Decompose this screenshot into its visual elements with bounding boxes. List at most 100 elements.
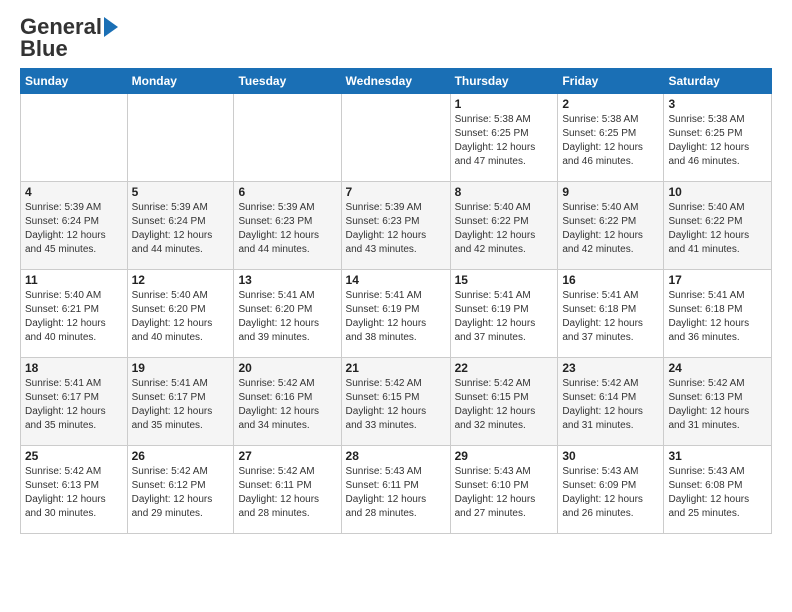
day-number: 4 bbox=[25, 185, 123, 199]
day-info: Sunrise: 5:43 AM Sunset: 6:11 PM Dayligh… bbox=[346, 465, 446, 521]
calendar-cell: 11 Sunrise: 5:40 AM Sunset: 6:21 PM Dayli… bbox=[21, 270, 128, 358]
dow-header-friday: Friday bbox=[558, 69, 664, 94]
calendar-cell: 15 Sunrise: 5:41 AM Sunset: 6:19 PM Dayli… bbox=[450, 270, 558, 358]
day-number: 19 bbox=[132, 361, 230, 375]
day-info: Sunrise: 5:39 AM Sunset: 6:23 PM Dayligh… bbox=[346, 201, 446, 257]
day-number: 29 bbox=[455, 449, 554, 463]
calendar-cell: 31Sunrise: 5:43 AM Sunset: 6:08 PM Dayli… bbox=[664, 446, 772, 534]
calendar-cell bbox=[234, 94, 341, 182]
day-number: 7 bbox=[346, 185, 446, 199]
calendar-cell: 10 Sunrise: 5:40 AM Sunset: 6:22 PM Dayli… bbox=[664, 182, 772, 270]
day-info: Sunrise: 5:42 AM Sunset: 6:11 PM Dayligh… bbox=[238, 465, 336, 521]
day-number: 26 bbox=[132, 449, 230, 463]
dow-header-sunday: Sunday bbox=[21, 69, 128, 94]
day-info: Sunrise: 5:39 AM Sunset: 6:24 PM Dayligh… bbox=[25, 201, 123, 257]
day-info: Sunrise: 5:42 AM Sunset: 6:15 PM Dayligh… bbox=[346, 377, 446, 433]
calendar-cell: 9 Sunrise: 5:40 AM Sunset: 6:22 PM Daylig… bbox=[558, 182, 664, 270]
day-info: Sunrise: 5:42 AM Sunset: 6:16 PM Dayligh… bbox=[238, 377, 336, 433]
day-number: 14 bbox=[346, 273, 446, 287]
day-info: Sunrise: 5:39 AM Sunset: 6:24 PM Dayligh… bbox=[132, 201, 230, 257]
calendar-cell: 3 Sunrise: 5:38 AM Sunset: 6:25 PM Daylig… bbox=[664, 94, 772, 182]
day-info: Sunrise: 5:40 AM Sunset: 6:22 PM Dayligh… bbox=[668, 201, 767, 257]
calendar-cell: 27 Sunrise: 5:42 AM Sunset: 6:11 PM Dayli… bbox=[234, 446, 341, 534]
day-info: Sunrise: 5:39 AM Sunset: 6:23 PM Dayligh… bbox=[238, 201, 336, 257]
calendar-cell: 8Sunrise: 5:40 AM Sunset: 6:22 PM Daylig… bbox=[450, 182, 558, 270]
day-info: Sunrise: 5:43 AM Sunset: 6:08 PM Dayligh… bbox=[668, 465, 767, 521]
day-number: 2 bbox=[562, 97, 659, 111]
day-info: Sunrise: 5:38 AM Sunset: 6:25 PM Dayligh… bbox=[455, 113, 554, 169]
day-info: Sunrise: 5:43 AM Sunset: 6:10 PM Dayligh… bbox=[455, 465, 554, 521]
day-info: Sunrise: 5:41 AM Sunset: 6:17 PM Dayligh… bbox=[132, 377, 230, 433]
day-info: Sunrise: 5:41 AM Sunset: 6:17 PM Dayligh… bbox=[25, 377, 123, 433]
day-info: Sunrise: 5:41 AM Sunset: 6:18 PM Dayligh… bbox=[668, 289, 767, 345]
logo-arrow-icon bbox=[104, 17, 118, 37]
day-number: 15 bbox=[455, 273, 554, 287]
calendar-cell: 14 Sunrise: 5:41 AM Sunset: 6:19 PM Dayli… bbox=[341, 270, 450, 358]
day-number: 16 bbox=[562, 273, 659, 287]
calendar-cell: 2Sunrise: 5:38 AM Sunset: 6:25 PM Daylig… bbox=[558, 94, 664, 182]
calendar-cell: 6 Sunrise: 5:39 AM Sunset: 6:23 PM Daylig… bbox=[234, 182, 341, 270]
dow-header-wednesday: Wednesday bbox=[341, 69, 450, 94]
day-number: 6 bbox=[238, 185, 336, 199]
calendar-cell bbox=[127, 94, 234, 182]
calendar-cell: 28 Sunrise: 5:43 AM Sunset: 6:11 PM Dayli… bbox=[341, 446, 450, 534]
calendar-week-1: 1Sunrise: 5:38 AM Sunset: 6:25 PM Daylig… bbox=[21, 94, 772, 182]
dow-header-tuesday: Tuesday bbox=[234, 69, 341, 94]
day-info: Sunrise: 5:41 AM Sunset: 6:20 PM Dayligh… bbox=[238, 289, 336, 345]
day-number: 10 bbox=[668, 185, 767, 199]
calendar-cell: 22 Sunrise: 5:42 AM Sunset: 6:15 PM Dayli… bbox=[450, 358, 558, 446]
day-number: 22 bbox=[455, 361, 554, 375]
day-number: 23 bbox=[562, 361, 659, 375]
calendar-cell: 5 Sunrise: 5:39 AM Sunset: 6:24 PM Daylig… bbox=[127, 182, 234, 270]
day-info: Sunrise: 5:41 AM Sunset: 6:19 PM Dayligh… bbox=[346, 289, 446, 345]
day-number: 28 bbox=[346, 449, 446, 463]
logo-text-general: General bbox=[20, 16, 102, 38]
calendar-cell: 23 Sunrise: 5:42 AM Sunset: 6:14 PM Dayli… bbox=[558, 358, 664, 446]
calendar-cell: 29 Sunrise: 5:43 AM Sunset: 6:10 PM Dayli… bbox=[450, 446, 558, 534]
day-info: Sunrise: 5:40 AM Sunset: 6:21 PM Dayligh… bbox=[25, 289, 123, 345]
day-number: 12 bbox=[132, 273, 230, 287]
day-info: Sunrise: 5:41 AM Sunset: 6:19 PM Dayligh… bbox=[455, 289, 554, 345]
dow-header-monday: Monday bbox=[127, 69, 234, 94]
logo: General Blue bbox=[20, 16, 118, 60]
page-header: General Blue bbox=[20, 16, 772, 60]
day-number: 27 bbox=[238, 449, 336, 463]
calendar-cell: 19 Sunrise: 5:41 AM Sunset: 6:17 PM Dayli… bbox=[127, 358, 234, 446]
day-number: 8 bbox=[455, 185, 554, 199]
day-number: 5 bbox=[132, 185, 230, 199]
calendar-cell: 4 Sunrise: 5:39 AM Sunset: 6:24 PM Daylig… bbox=[21, 182, 128, 270]
calendar-cell bbox=[21, 94, 128, 182]
calendar-week-3: 11 Sunrise: 5:40 AM Sunset: 6:21 PM Dayli… bbox=[21, 270, 772, 358]
day-number: 25 bbox=[25, 449, 123, 463]
day-info: Sunrise: 5:40 AM Sunset: 6:20 PM Dayligh… bbox=[132, 289, 230, 345]
day-number: 18 bbox=[25, 361, 123, 375]
logo-text-blue: Blue bbox=[20, 38, 68, 60]
calendar-cell: 12 Sunrise: 5:40 AM Sunset: 6:20 PM Dayli… bbox=[127, 270, 234, 358]
day-number: 30 bbox=[562, 449, 659, 463]
calendar-cell: 7 Sunrise: 5:39 AM Sunset: 6:23 PM Daylig… bbox=[341, 182, 450, 270]
calendar-cell: 20Sunrise: 5:42 AM Sunset: 6:16 PM Dayli… bbox=[234, 358, 341, 446]
day-info: Sunrise: 5:42 AM Sunset: 6:14 PM Dayligh… bbox=[562, 377, 659, 433]
calendar-body: 1Sunrise: 5:38 AM Sunset: 6:25 PM Daylig… bbox=[21, 94, 772, 534]
day-info: Sunrise: 5:42 AM Sunset: 6:13 PM Dayligh… bbox=[668, 377, 767, 433]
dow-header-saturday: Saturday bbox=[664, 69, 772, 94]
day-info: Sunrise: 5:41 AM Sunset: 6:18 PM Dayligh… bbox=[562, 289, 659, 345]
calendar-cell: 17Sunrise: 5:41 AM Sunset: 6:18 PM Dayli… bbox=[664, 270, 772, 358]
calendar-week-2: 4 Sunrise: 5:39 AM Sunset: 6:24 PM Daylig… bbox=[21, 182, 772, 270]
calendar-cell: 18 Sunrise: 5:41 AM Sunset: 6:17 PM Dayli… bbox=[21, 358, 128, 446]
day-number: 11 bbox=[25, 273, 123, 287]
day-info: Sunrise: 5:38 AM Sunset: 6:25 PM Dayligh… bbox=[668, 113, 767, 169]
calendar-table: SundayMondayTuesdayWednesdayThursdayFrid… bbox=[20, 68, 772, 534]
day-number: 21 bbox=[346, 361, 446, 375]
day-number: 9 bbox=[562, 185, 659, 199]
calendar-week-4: 18 Sunrise: 5:41 AM Sunset: 6:17 PM Dayli… bbox=[21, 358, 772, 446]
day-info: Sunrise: 5:42 AM Sunset: 6:15 PM Dayligh… bbox=[455, 377, 554, 433]
day-number: 3 bbox=[668, 97, 767, 111]
calendar-cell: 1Sunrise: 5:38 AM Sunset: 6:25 PM Daylig… bbox=[450, 94, 558, 182]
calendar-cell: 24Sunrise: 5:42 AM Sunset: 6:13 PM Dayli… bbox=[664, 358, 772, 446]
calendar-cell: 30Sunrise: 5:43 AM Sunset: 6:09 PM Dayli… bbox=[558, 446, 664, 534]
calendar-cell: 16 Sunrise: 5:41 AM Sunset: 6:18 PM Dayli… bbox=[558, 270, 664, 358]
day-info: Sunrise: 5:42 AM Sunset: 6:12 PM Dayligh… bbox=[132, 465, 230, 521]
day-info: Sunrise: 5:40 AM Sunset: 6:22 PM Dayligh… bbox=[562, 201, 659, 257]
day-info: Sunrise: 5:42 AM Sunset: 6:13 PM Dayligh… bbox=[25, 465, 123, 521]
